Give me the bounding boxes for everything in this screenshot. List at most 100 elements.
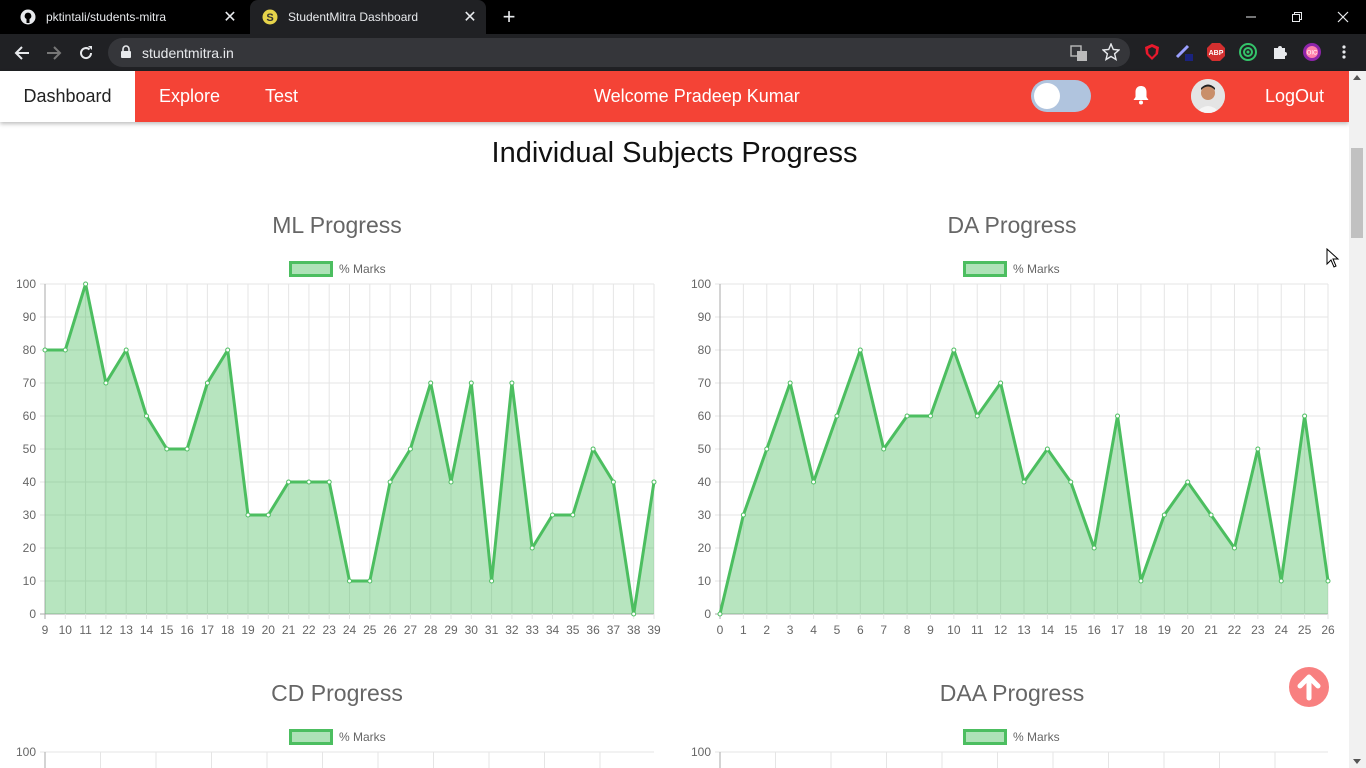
y-tick-label: 10 xyxy=(23,574,37,588)
data-point xyxy=(717,611,723,617)
y-tick-label: 40 xyxy=(23,475,37,489)
x-tick-label: 14 xyxy=(140,623,154,637)
tab-title: pktintali/students-mitra xyxy=(46,10,167,24)
y-tick-label: 50 xyxy=(698,442,712,456)
x-tick-label: 12 xyxy=(994,623,1008,637)
notification-bell-icon[interactable] xyxy=(1129,83,1153,107)
new-tab-plus-icon[interactable]: + xyxy=(498,6,520,29)
data-point xyxy=(927,413,933,419)
x-tick-label: 13 xyxy=(1017,623,1031,637)
data-point xyxy=(387,479,393,485)
y-tick-label: 80 xyxy=(23,343,37,357)
x-tick-label: 21 xyxy=(1204,623,1218,637)
data-point xyxy=(1091,545,1097,551)
data-point xyxy=(550,512,555,518)
scroll-up-arrow-icon[interactable] xyxy=(1353,75,1361,80)
data-point xyxy=(834,413,840,419)
extensions-puzzle-icon[interactable] xyxy=(1270,42,1290,62)
profile-extension-icon[interactable]: OIC xyxy=(1302,42,1322,62)
close-tab-icon[interactable]: ✕ xyxy=(460,7,480,27)
shield-extension-icon[interactable] xyxy=(1142,42,1162,62)
x-tick-label: 23 xyxy=(1251,623,1265,637)
y-tick-label: 100 xyxy=(16,745,36,759)
y-tick-label: 60 xyxy=(698,409,712,423)
bookmark-star-icon[interactable] xyxy=(1101,42,1121,66)
y-tick-label: 0 xyxy=(704,607,711,621)
da-chart-title: DA Progress xyxy=(947,212,1077,238)
y-tick-label: 80 xyxy=(698,343,712,357)
page-scrollbar[interactable] xyxy=(1349,71,1366,768)
user-avatar[interactable] xyxy=(1191,79,1225,113)
data-point xyxy=(164,446,170,452)
data-point xyxy=(787,380,793,386)
data-point xyxy=(651,479,657,485)
data-point xyxy=(764,446,770,452)
y-tick-label: 90 xyxy=(23,310,37,324)
x-tick-label: 21 xyxy=(282,623,296,637)
nav-dashboard[interactable]: Dashboard xyxy=(0,71,135,122)
x-tick-label: 27 xyxy=(404,623,418,637)
x-tick-label: 38 xyxy=(627,623,641,637)
browser-tab-studentmitra[interactable]: S StudentMitra Dashboard ✕ xyxy=(250,0,486,34)
nav-explore[interactable]: Explore xyxy=(159,71,220,122)
x-tick-label: 12 xyxy=(99,623,113,637)
data-point xyxy=(265,512,271,518)
data-point xyxy=(998,380,1004,386)
x-tick-label: 10 xyxy=(947,623,961,637)
data-point xyxy=(367,578,373,584)
data-point xyxy=(1325,578,1331,584)
svg-text:ABP: ABP xyxy=(1209,50,1224,57)
target-extension-icon[interactable] xyxy=(1238,42,1258,62)
scrollbar-thumb[interactable] xyxy=(1351,148,1363,238)
x-tick-label: 39 xyxy=(647,623,661,637)
x-tick-label: 23 xyxy=(323,623,337,637)
y-tick-label: 30 xyxy=(698,508,712,522)
data-point xyxy=(225,347,231,353)
x-tick-label: 4 xyxy=(810,623,817,637)
data-point xyxy=(857,347,863,353)
data-point xyxy=(1302,413,1308,419)
back-arrow-icon[interactable] xyxy=(9,40,35,66)
x-tick-label: 18 xyxy=(221,623,235,637)
address-bar[interactable]: studentmitra.in xyxy=(108,38,1130,67)
ml-chart-title: ML Progress xyxy=(272,212,402,238)
data-point xyxy=(407,446,413,452)
browser-menu-icon[interactable] xyxy=(1334,42,1354,62)
github-icon xyxy=(20,9,36,25)
browser-toolbar: studentmitra.in ABP OIC xyxy=(0,34,1366,71)
adblock-plus-icon[interactable]: ABP xyxy=(1206,42,1226,62)
data-point xyxy=(590,446,596,452)
scroll-down-arrow-icon[interactable] xyxy=(1353,759,1361,764)
data-point xyxy=(529,545,535,551)
nav-test[interactable]: Test xyxy=(265,71,298,122)
close-window-icon[interactable] xyxy=(1320,0,1366,34)
data-point xyxy=(1068,479,1074,485)
data-point xyxy=(1231,545,1237,551)
x-tick-label: 34 xyxy=(546,623,560,637)
minimize-icon[interactable] xyxy=(1228,0,1274,34)
forward-arrow-icon[interactable] xyxy=(41,40,67,66)
x-tick-label: 7 xyxy=(880,623,887,637)
scroll-to-top-button[interactable] xyxy=(1289,667,1329,707)
data-point xyxy=(951,347,957,353)
y-tick-label: 70 xyxy=(698,376,712,390)
close-tab-icon[interactable]: ✕ xyxy=(220,7,240,27)
daa-progress-chart: 100 xyxy=(691,745,1328,768)
reload-icon[interactable] xyxy=(73,40,99,66)
x-tick-label: 36 xyxy=(586,623,600,637)
data-point xyxy=(509,380,515,386)
x-tick-label: 22 xyxy=(302,623,316,637)
translate-icon[interactable] xyxy=(1070,44,1088,67)
logout-button[interactable]: LogOut xyxy=(1265,71,1324,122)
browser-tab-github[interactable]: pktintali/students-mitra ✕ xyxy=(8,0,246,34)
x-tick-label: 0 xyxy=(717,623,724,637)
pen-extension-icon[interactable] xyxy=(1174,42,1194,62)
data-point xyxy=(1161,512,1167,518)
theme-toggle[interactable] xyxy=(1031,80,1091,112)
cd-chart-title: CD Progress xyxy=(271,680,403,706)
y-tick-label: 70 xyxy=(23,376,37,390)
x-tick-label: 16 xyxy=(180,623,194,637)
restore-icon[interactable] xyxy=(1274,0,1320,34)
x-tick-label: 18 xyxy=(1134,623,1148,637)
data-point xyxy=(42,347,48,353)
